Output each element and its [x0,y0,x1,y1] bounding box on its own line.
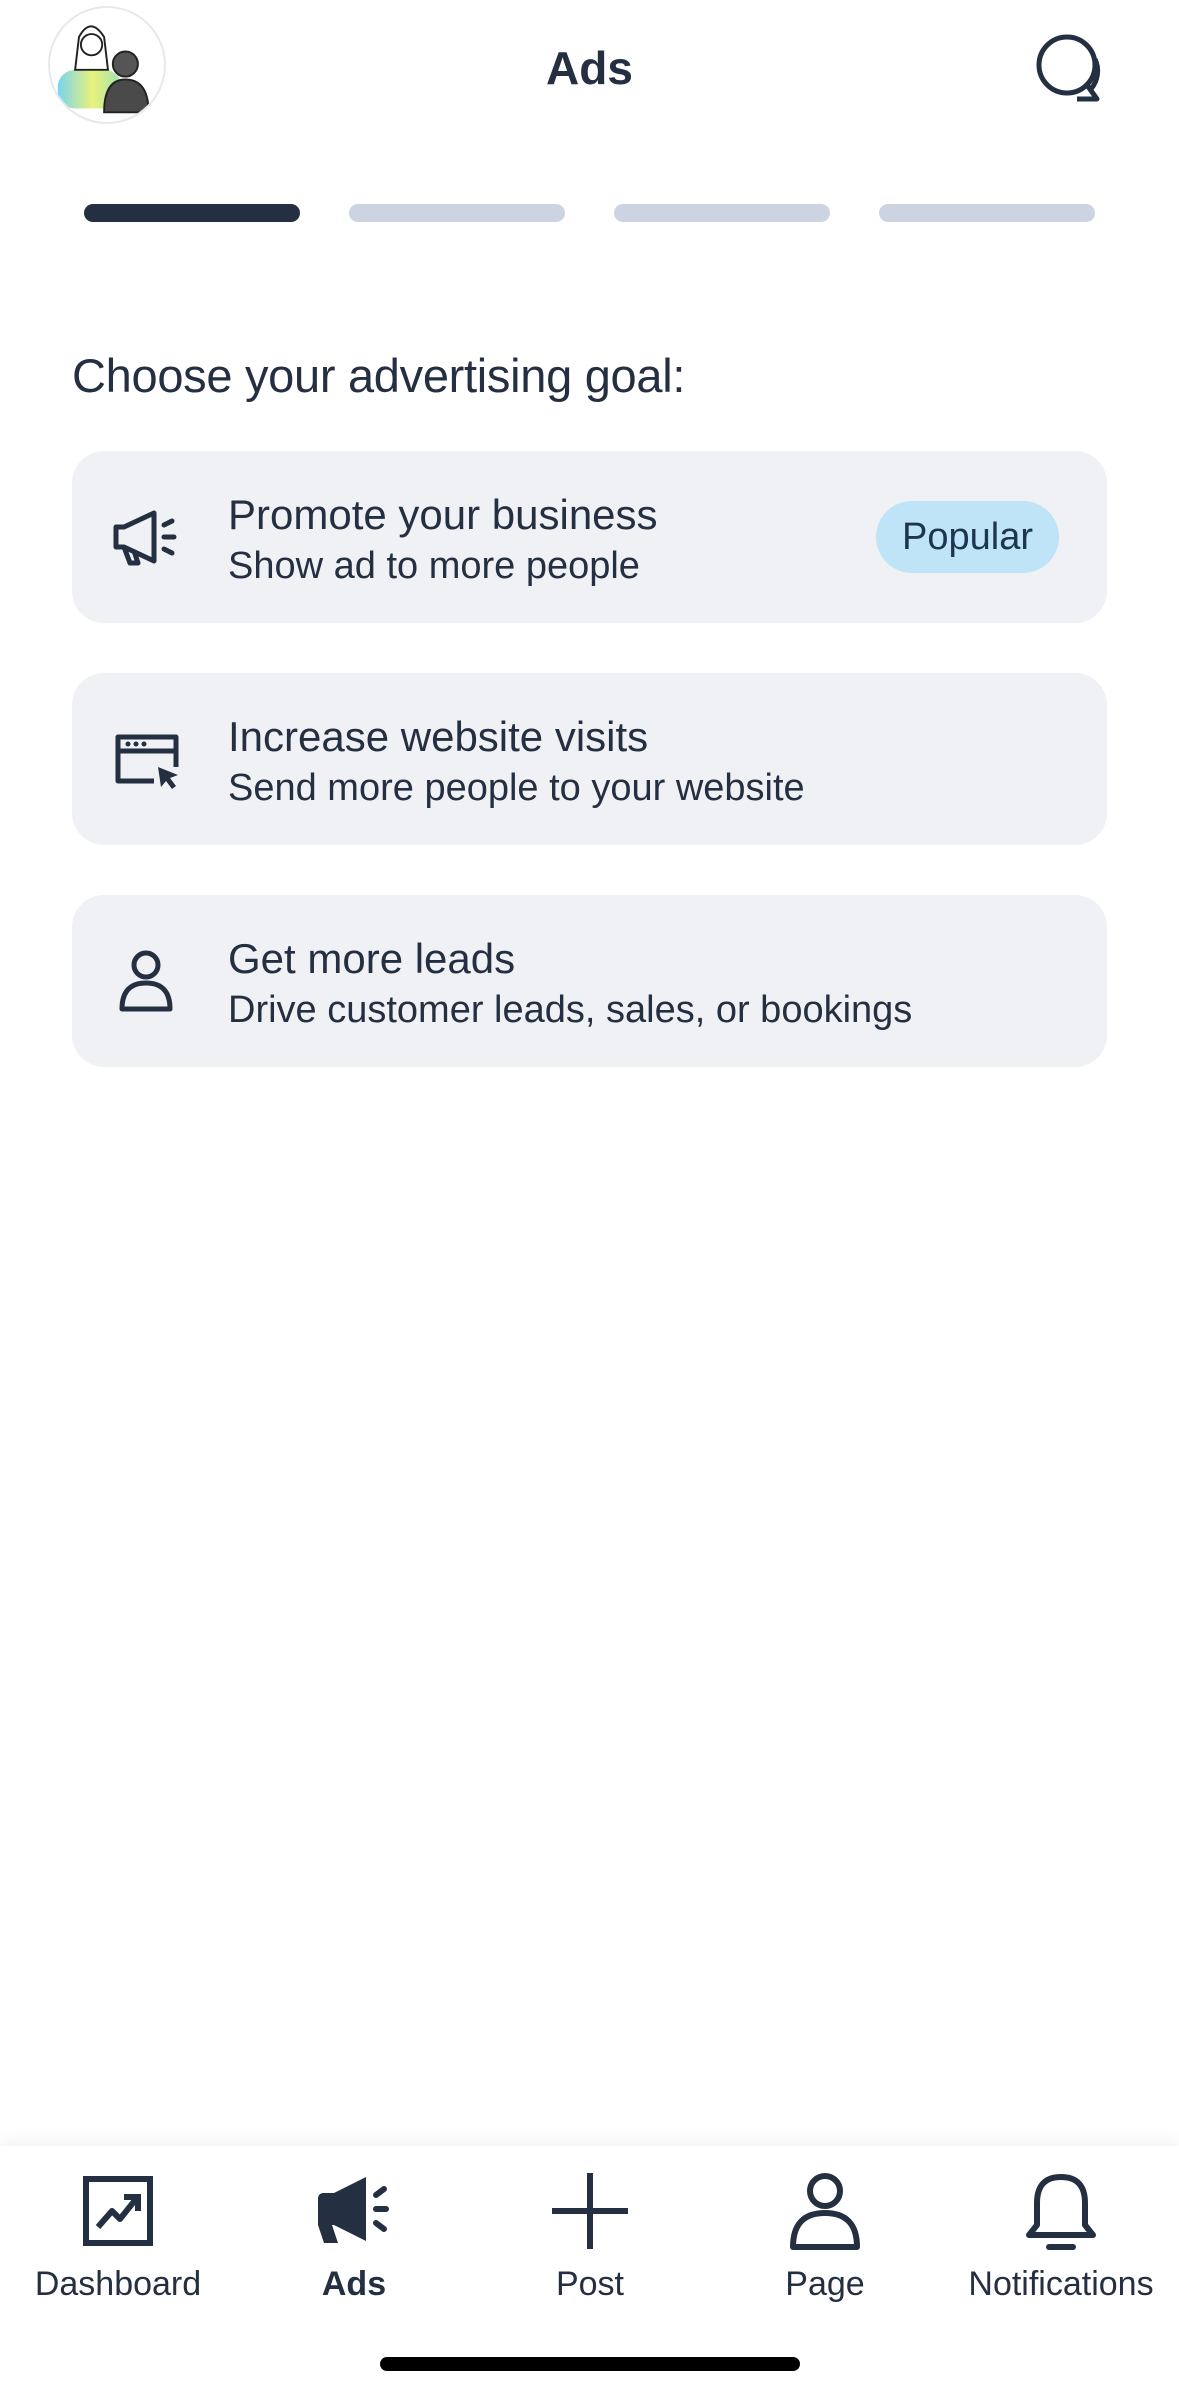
megaphone-icon [106,497,186,577]
goal-title: Get more leads [228,935,516,982]
nav-dashboard[interactable]: Dashboard [0,2166,236,2316]
nav-post[interactable]: Post [472,2166,708,2316]
progress-step-1 [84,204,300,222]
chart-trend-icon [0,2166,236,2256]
goal-subtitle: Drive customer leads, sales, or bookings [228,989,913,1031]
nav-notifications[interactable]: Notifications [943,2166,1179,2316]
goal-option-website-visits[interactable]: Increase website visits Send more people… [72,673,1107,845]
popular-badge: Popular [876,501,1059,573]
goal-subtitle: Show ad to more people [228,545,640,587]
nav-ads[interactable]: Ads [236,2166,472,2316]
megaphone-filled-icon [236,2166,472,2256]
nav-label: Notifications [968,2265,1154,2303]
goal-heading: Choose your advertising goal: [72,349,686,402]
progress-step-3 [614,204,830,222]
chat-bubbles-icon [1036,34,1101,102]
nav-label: Post [555,2265,625,2303]
browser-cursor-icon [106,719,186,799]
home-indicator [380,2357,800,2371]
goal-title: Promote your business [228,491,658,538]
plus-icon [472,2166,708,2256]
messages-button[interactable] [1024,24,1114,114]
person-icon [106,941,186,1021]
bell-icon [943,2166,1179,2256]
goal-title: Increase website visits [228,713,649,760]
progress-step-4 [879,204,1095,222]
goal-option-leads[interactable]: Get more leads Drive customer leads, sal… [72,895,1107,1067]
step-progress [84,204,1096,222]
nav-page[interactable]: Page [707,2166,943,2316]
nav-label: Ads [321,2265,387,2303]
top-bar: Ads [0,0,1179,140]
goal-option-promote[interactable]: Promote your business Show ad to more pe… [72,451,1107,623]
page-title: Ads [546,42,633,94]
ads-goal-screen: Ads Choose your advertising goal: Promot… [0,0,1179,2396]
nav-label: Dashboard [34,2265,202,2303]
progress-step-2 [349,204,565,222]
person-icon [707,2166,943,2256]
goal-subtitle: Send more people to your website [228,767,805,809]
nav-label: Page [785,2265,865,2303]
